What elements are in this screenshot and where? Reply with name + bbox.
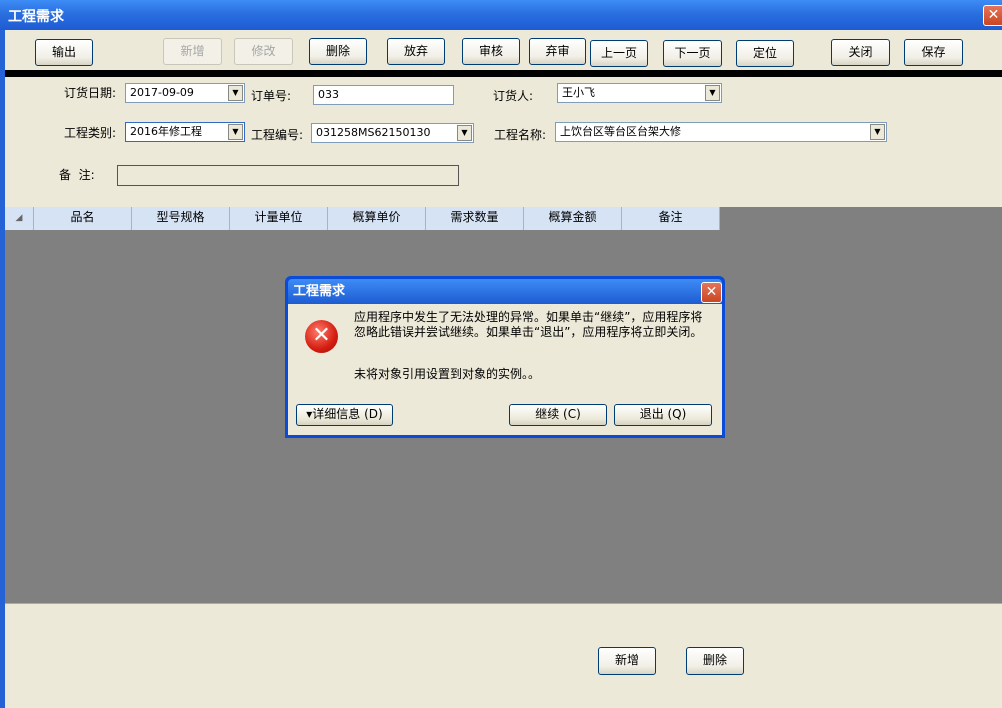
project-no-select[interactable]: 031258MS62150130 ▼	[311, 123, 474, 143]
grid-col-unit[interactable]: 计量单位	[230, 207, 328, 230]
next-page-button[interactable]: 下一页	[663, 40, 722, 67]
project-name-label: 工程名称:	[494, 128, 547, 142]
new-button-disabled[interactable]: 新增	[163, 38, 222, 65]
dialog-body: ✕ 应用程序中发生了无法处理的异常。如果单击“继续”，应用程序将忽略此错误并尝试…	[288, 304, 722, 435]
chevron-down-icon[interactable]: ▼	[228, 124, 243, 140]
project-type-value: 2016年修工程	[130, 125, 202, 138]
grid-col-quantity[interactable]: 需求数量	[426, 207, 524, 230]
order-date-picker[interactable]: 2017-09-09 ▼	[125, 83, 245, 103]
audit-button[interactable]: 审核	[462, 38, 520, 65]
add-row-button[interactable]: 新增	[598, 647, 656, 675]
order-date-label: 订货日期:	[64, 86, 117, 100]
continue-button[interactable]: 继续 (C)	[509, 404, 607, 426]
close-button[interactable]: 关闭	[831, 39, 890, 66]
dialog-title: 工程需求	[293, 284, 346, 299]
remark-field[interactable]	[117, 165, 459, 186]
orderer-label: 订货人:	[493, 89, 534, 103]
chevron-down-icon[interactable]: ▼	[457, 125, 472, 141]
project-type-label: 工程类别:	[64, 126, 117, 140]
grid-col-name[interactable]: 品名	[34, 207, 132, 230]
abandon-button[interactable]: 放弃	[387, 38, 445, 65]
order-no-label: 订单号:	[251, 89, 292, 103]
output-button[interactable]: 输出	[35, 39, 93, 66]
grid-header: ◢ 品名 型号规格 计量单位 概算单价 需求数量 概算金额 备注	[5, 207, 720, 230]
chevron-down-icon[interactable]: ▼	[228, 85, 243, 101]
window-close-icon[interactable]: ✕	[983, 5, 1002, 26]
grid-col-remark[interactable]: 备注	[622, 207, 720, 230]
delete-button[interactable]: 删除	[309, 38, 367, 65]
orderer-value: 王小飞	[562, 86, 595, 99]
locate-button[interactable]: 定位	[736, 40, 794, 67]
order-date-value: 2017-09-09	[130, 86, 194, 99]
project-name-select[interactable]: 上饮台区等台区台架大修 ▼	[555, 122, 887, 142]
project-no-label: 工程编号:	[251, 128, 304, 142]
dialog-close-icon[interactable]: ✕	[701, 282, 722, 303]
chevron-down-icon[interactable]: ▼	[705, 85, 720, 101]
project-name-value: 上饮台区等台区台架大修	[560, 125, 681, 138]
order-no-field[interactable]: 033	[313, 85, 454, 105]
prev-page-button[interactable]: 上一页	[590, 40, 648, 67]
details-button[interactable]: ▾详细信息 (D)	[296, 404, 393, 426]
project-type-select[interactable]: 2016年修工程 ▼	[125, 122, 245, 142]
window-title: 工程需求	[8, 9, 64, 25]
dialog-message: 应用程序中发生了无法处理的异常。如果单击“继续”，应用程序将忽略此错误并尝试继续…	[354, 310, 703, 339]
grid-col-amount[interactable]: 概算金额	[524, 207, 622, 230]
delete-row-button[interactable]: 删除	[686, 647, 744, 675]
save-button[interactable]: 保存	[904, 39, 963, 66]
dialog-detail-message: 未将对象引用设置到对象的实例。。	[354, 367, 541, 381]
abandon-audit-button[interactable]: 弃审	[529, 38, 586, 65]
separator-bar	[5, 70, 1002, 77]
bottom-panel: 新增 删除	[5, 603, 1002, 708]
chevron-down-icon[interactable]: ▼	[870, 124, 885, 140]
project-no-value: 031258MS62150130	[316, 126, 431, 139]
window-titlebar[interactable]: 工程需求 ✕	[0, 0, 1002, 30]
dialog-titlebar[interactable]: 工程需求 ✕	[288, 279, 722, 304]
orderer-select[interactable]: 王小飞 ▼	[557, 83, 722, 103]
error-icon: ✕	[305, 320, 338, 353]
quit-button[interactable]: 退出 (Q)	[614, 404, 712, 426]
modify-button-disabled[interactable]: 修改	[234, 38, 293, 65]
error-dialog: 工程需求 ✕ ✕ 应用程序中发生了无法处理的异常。如果单击“继续”，应用程序将忽…	[285, 276, 725, 438]
remark-label: 备 注:	[59, 168, 95, 182]
grid-corner-icon[interactable]: ◢	[5, 207, 34, 230]
grid-col-spec[interactable]: 型号规格	[132, 207, 230, 230]
grid-col-unit-price[interactable]: 概算单价	[328, 207, 426, 230]
